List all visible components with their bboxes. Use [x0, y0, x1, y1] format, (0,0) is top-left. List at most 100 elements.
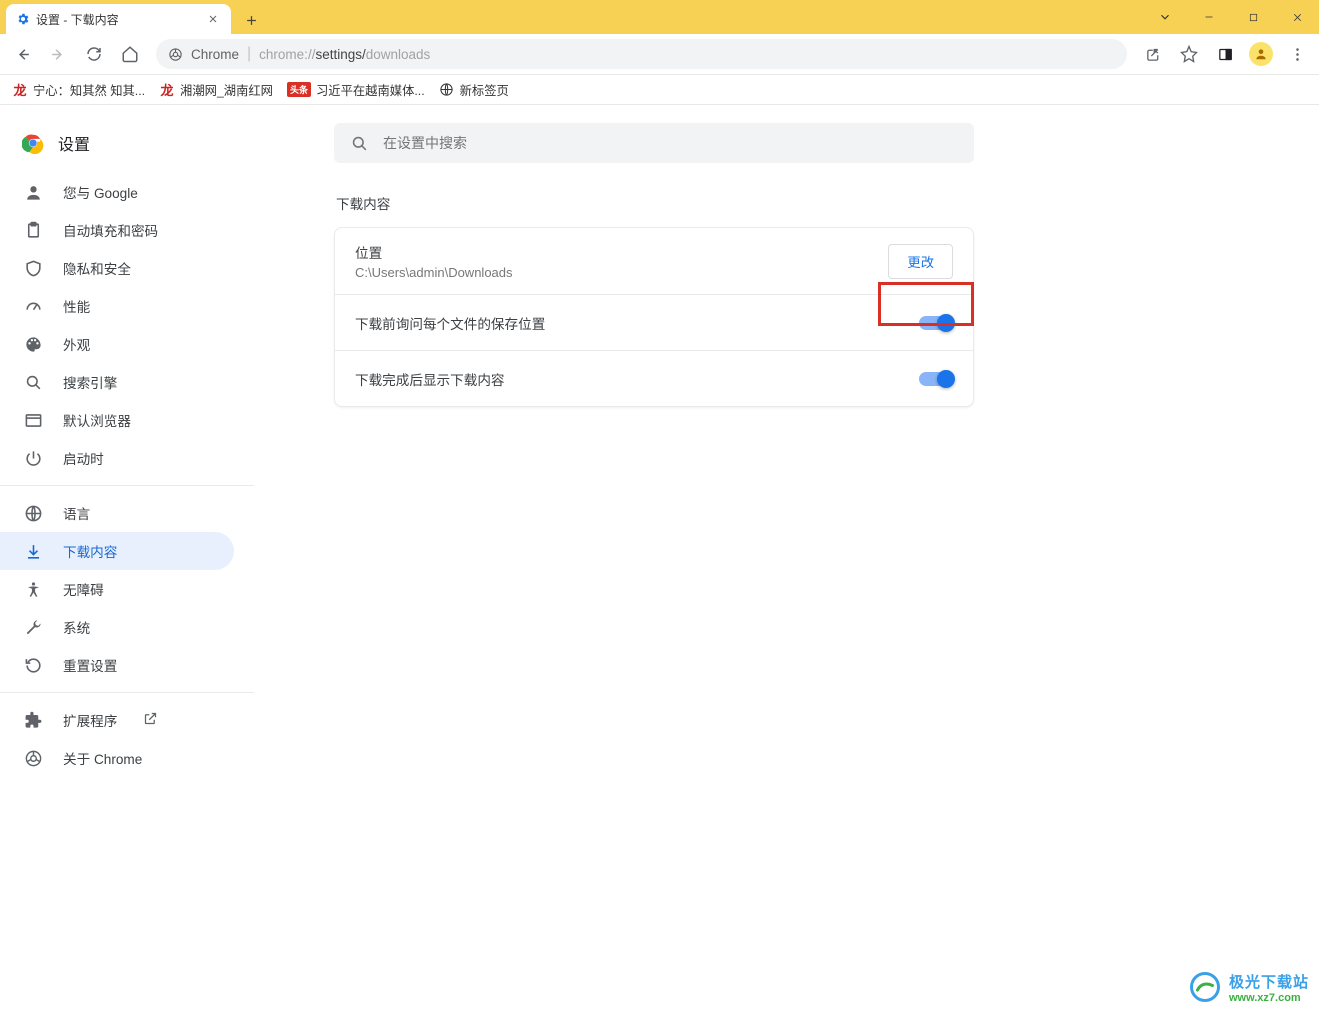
sidebar-item-label: 自动填充和密码 [63, 220, 158, 240]
sidebar-item-label: 下载内容 [63, 541, 117, 561]
chevron-down-icon[interactable] [1143, 0, 1187, 34]
close-icon[interactable] [207, 12, 221, 26]
person-icon [24, 183, 43, 202]
sidebar: 设置 您与 Google 自动填充和密码 隐私和安全 性能 外观 搜索引擎 [0, 105, 254, 1013]
power-icon [24, 449, 43, 468]
bookmark-item[interactable]: 新标签页 [439, 81, 509, 99]
sidebar-item-languages[interactable]: 语言 [0, 494, 234, 532]
gauge-icon [24, 297, 43, 316]
browser-tab[interactable]: 设置 - 下载内容 [6, 4, 231, 34]
omnibox-separator: | [247, 45, 251, 63]
sidebar-item-about[interactable]: 关于 Chrome [0, 739, 254, 777]
sidebar-item-label: 搜索引擎 [63, 372, 117, 392]
location-label: 位置 [355, 242, 513, 262]
minimize-button[interactable] [1187, 0, 1231, 34]
sidebar-item-system[interactable]: 系统 [0, 608, 234, 646]
sidebar-item-label: 启动时 [63, 448, 104, 468]
puzzle-icon [24, 711, 43, 730]
downloads-card: 位置 C:\Users\admin\Downloads 更改 下载前询问每个文件… [334, 227, 974, 407]
search-icon [350, 134, 369, 153]
side-panel-icon[interactable] [1209, 38, 1241, 70]
ask-before-download-row: 下载前询问每个文件的保存位置 [335, 294, 973, 350]
omnibox-url: chrome://settings/downloads [259, 47, 430, 62]
favicon-badge: 头条 [287, 82, 311, 97]
back-button[interactable] [6, 38, 38, 70]
settings-search[interactable] [334, 123, 974, 163]
sidebar-divider [0, 485, 254, 486]
accessibility-icon [24, 580, 43, 599]
app-title-text: 设置 [58, 131, 90, 155]
sidebar-item-label: 隐私和安全 [63, 258, 131, 278]
sidebar-item-downloads[interactable]: 下载内容 [0, 532, 234, 570]
sidebar-item-accessibility[interactable]: 无障碍 [0, 570, 234, 608]
main-content: 下载内容 位置 C:\Users\admin\Downloads 更改 下载前询… [254, 105, 1319, 1013]
sidebar-item-on-startup[interactable]: 启动时 [0, 439, 234, 477]
shield-icon [24, 259, 43, 278]
sidebar-item-label: 扩展程序 [63, 710, 117, 730]
bookmark-item[interactable]: 龙 宁心：知其然 知其... [12, 81, 145, 99]
profile-avatar[interactable] [1249, 42, 1273, 66]
toolbar: Chrome | chrome://settings/downloads [0, 34, 1319, 75]
watermark-url: www.xz7.com [1229, 992, 1309, 1004]
tab-title: 设置 - 下载内容 [36, 11, 201, 28]
sidebar-item-search-engine[interactable]: 搜索引擎 [0, 363, 234, 401]
watermark-logo-icon [1187, 969, 1223, 1005]
bookmark-item[interactable]: 龙 湘潮网_湖南红网 [159, 81, 273, 99]
sidebar-item-label: 关于 Chrome [63, 748, 142, 768]
sidebar-item-performance[interactable]: 性能 [0, 287, 234, 325]
forward-button[interactable] [42, 38, 74, 70]
chrome-icon [168, 47, 183, 62]
ask-toggle[interactable] [919, 316, 953, 330]
change-button[interactable]: 更改 [888, 244, 953, 279]
address-bar[interactable]: Chrome | chrome://settings/downloads [156, 39, 1127, 69]
sidebar-item-label: 您与 Google [63, 182, 138, 202]
toggle-knob [937, 370, 955, 388]
sidebar-item-label: 外观 [63, 334, 90, 354]
sidebar-item-extensions[interactable]: 扩展程序 [0, 701, 254, 739]
home-button[interactable] [114, 38, 146, 70]
share-icon[interactable] [1137, 38, 1169, 70]
ask-label: 下载前询问每个文件的保存位置 [355, 313, 545, 333]
location-row: 位置 C:\Users\admin\Downloads 更改 [335, 228, 973, 294]
bookmark-label: 宁心：知其然 知其... [33, 81, 145, 99]
bookmark-item[interactable]: 头条 习近平在越南媒体... [287, 81, 425, 99]
palette-icon [24, 335, 43, 354]
omnibox-label: Chrome [191, 47, 239, 62]
clipboard-icon [24, 221, 43, 240]
bookmark-label: 新标签页 [460, 81, 509, 99]
location-path: C:\Users\admin\Downloads [355, 265, 513, 280]
sidebar-item-autofill[interactable]: 自动填充和密码 [0, 211, 234, 249]
sidebar-item-you-and-google[interactable]: 您与 Google [0, 173, 234, 211]
globe-icon [439, 82, 455, 98]
search-input[interactable] [383, 135, 958, 151]
browser-icon [24, 411, 43, 430]
maximize-button[interactable] [1231, 0, 1275, 34]
wrench-icon [24, 618, 43, 637]
watermark-title: 极光下载站 [1229, 971, 1309, 992]
sidebar-item-appearance[interactable]: 外观 [0, 325, 234, 363]
search-icon [24, 373, 43, 392]
toggle-knob [937, 314, 955, 332]
chrome-logo-icon [22, 132, 44, 154]
close-window-button[interactable] [1275, 0, 1319, 34]
new-tab-button[interactable] [237, 6, 265, 34]
sidebar-item-default-browser[interactable]: 默认浏览器 [0, 401, 234, 439]
star-icon[interactable] [1173, 38, 1205, 70]
person-icon [1254, 47, 1268, 61]
sidebar-item-reset[interactable]: 重置设置 [0, 646, 234, 684]
sidebar-item-label: 重置设置 [63, 655, 117, 675]
globe-icon [24, 504, 43, 523]
watermark: 极光下载站 www.xz7.com [1187, 969, 1309, 1005]
favicon: 龙 [159, 82, 175, 98]
show-after-download-row: 下载完成后显示下载内容 [335, 350, 973, 406]
section-title: 下载内容 [336, 193, 390, 213]
show-toggle[interactable] [919, 372, 953, 386]
bookmark-label: 习近平在越南媒体... [316, 81, 425, 99]
sidebar-item-label: 性能 [63, 296, 90, 316]
sidebar-item-label: 语言 [63, 503, 90, 523]
reload-button[interactable] [78, 38, 110, 70]
window-controls [1143, 0, 1319, 34]
download-icon [24, 542, 43, 561]
menu-button[interactable] [1281, 38, 1313, 70]
sidebar-item-privacy[interactable]: 隐私和安全 [0, 249, 234, 287]
